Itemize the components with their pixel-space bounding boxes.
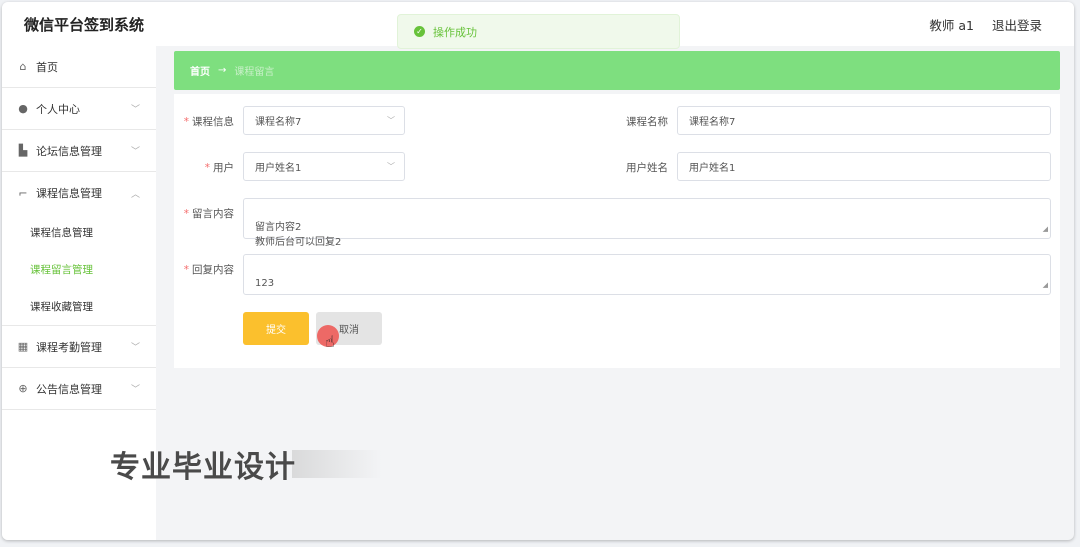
watermark-fade — [292, 450, 382, 478]
sidebar-item-label: 个人中心 — [36, 102, 80, 116]
message-content-textarea[interactable]: 留言内容2 教师后台可以回复2 ◢ — [243, 198, 1051, 248]
required-mark: * — [183, 208, 189, 220]
submenu-item-course-messages[interactable]: 课程留言管理 — [2, 251, 156, 288]
chevron-up-icon: ︿ — [130, 189, 140, 200]
course-info-label: * 课程信息 — [183, 116, 234, 128]
home-icon: ⌂ — [19, 60, 27, 73]
reply-content-textarea[interactable]: 123 ◢ — [243, 254, 1051, 295]
chevron-down-icon: ﹀ — [130, 147, 140, 157]
sidebar-item-forum[interactable]: ▙ 论坛信息管理 ﹀ — [2, 130, 156, 172]
header-actions: 教师 a1 退出登录 — [929, 15, 1042, 34]
sidebar-item-label: 论坛信息管理 — [36, 144, 102, 158]
required-mark: * — [183, 116, 189, 128]
sidebar-item-label: 首页 — [36, 60, 58, 74]
chevron-down-icon: ﹀ — [130, 343, 140, 353]
chevron-down-icon: ﹀ — [130, 105, 140, 115]
resize-handle-icon[interactable]: ◢ — [1043, 278, 1048, 293]
course-submenu: 课程信息管理 课程留言管理 课程收藏管理 — [2, 214, 156, 326]
watermark-text: 专业毕业设计 — [110, 450, 296, 485]
sidebar-item-personal-center[interactable]: ● 个人中心 ﹀ — [2, 88, 156, 130]
submit-button[interactable]: 提交 — [243, 312, 309, 345]
app-title: 微信平台签到系统 — [24, 16, 145, 34]
user-label: * 用户 — [204, 162, 234, 174]
sidebar-item-home[interactable]: ⌂ 首页 — [2, 46, 156, 88]
course-info-select[interactable]: 课程名称7 ﹀ — [243, 106, 405, 135]
breadcrumb: 首页 → 课程留言 — [174, 51, 1060, 90]
resize-handle-icon[interactable]: ◢ — [1043, 222, 1048, 237]
message-form: * 课程信息 课程名称7 ﹀ 课程名称 课程名称7 * 用户 用户姓名1 ﹀ 用户姓… — [174, 94, 1060, 368]
required-mark: * — [183, 264, 189, 276]
breadcrumb-current: 课程留言 — [234, 67, 275, 78]
app-window: 微信平台签到系统 教师 a1 退出登录 ✓ 操作成功 ⌂ 首页 ● 个人中心 ﹀… — [2, 2, 1074, 540]
sidebar-item-announcements[interactable]: ⊕ 公告信息管理 ﹀ — [2, 368, 156, 410]
sidebar-item-label: 课程信息管理 — [36, 187, 102, 200]
user-select[interactable]: 用户姓名1 ﹀ — [243, 152, 405, 181]
user-icon: ● — [18, 102, 28, 115]
user-name-input[interactable]: 用户姓名1 — [677, 152, 1051, 181]
chevron-down-icon: ﹀ — [130, 385, 140, 395]
grid-icon: ▦ — [17, 340, 29, 353]
pointer-hand-icon: ☝ — [325, 332, 335, 351]
sidebar-item-label: 公告信息管理 — [36, 382, 102, 396]
course-name-input[interactable]: 课程名称7 — [677, 106, 1051, 135]
success-toast: ✓ 操作成功 — [397, 14, 680, 49]
chart-icon: ▙ — [18, 144, 28, 157]
sidebar-item-course-info[interactable]: ⌐ 课程信息管理 ︿ — [2, 172, 156, 214]
crop-icon: ⌐ — [18, 186, 28, 200]
breadcrumb-arrow-icon: → — [218, 65, 227, 76]
chevron-down-icon: ﹀ — [387, 116, 395, 125]
toast-message: 操作成功 — [433, 25, 477, 39]
logout-link[interactable]: 退出登录 — [992, 15, 1042, 34]
compass-icon: ⊕ — [18, 382, 28, 395]
course-name-label: 课程名称 — [626, 116, 668, 128]
reply-content-label: * 回复内容 — [183, 264, 234, 276]
current-user: 教师 a1 — [929, 18, 974, 33]
required-mark: * — [204, 162, 210, 174]
submenu-item-course-favorites[interactable]: 课程收藏管理 — [2, 288, 156, 325]
user-name-label: 用户姓名 — [626, 162, 668, 174]
sidebar-item-attendance[interactable]: ▦ 课程考勤管理 ﹀ — [2, 326, 156, 368]
chevron-down-icon: ﹀ — [387, 162, 395, 171]
breadcrumb-home[interactable]: 首页 — [190, 63, 210, 78]
message-content-label: * 留言内容 — [183, 208, 234, 220]
submenu-item-course-info[interactable]: 课程信息管理 — [2, 214, 156, 251]
sidebar-item-label: 课程考勤管理 — [36, 340, 102, 354]
check-circle-icon: ✓ — [414, 26, 425, 37]
